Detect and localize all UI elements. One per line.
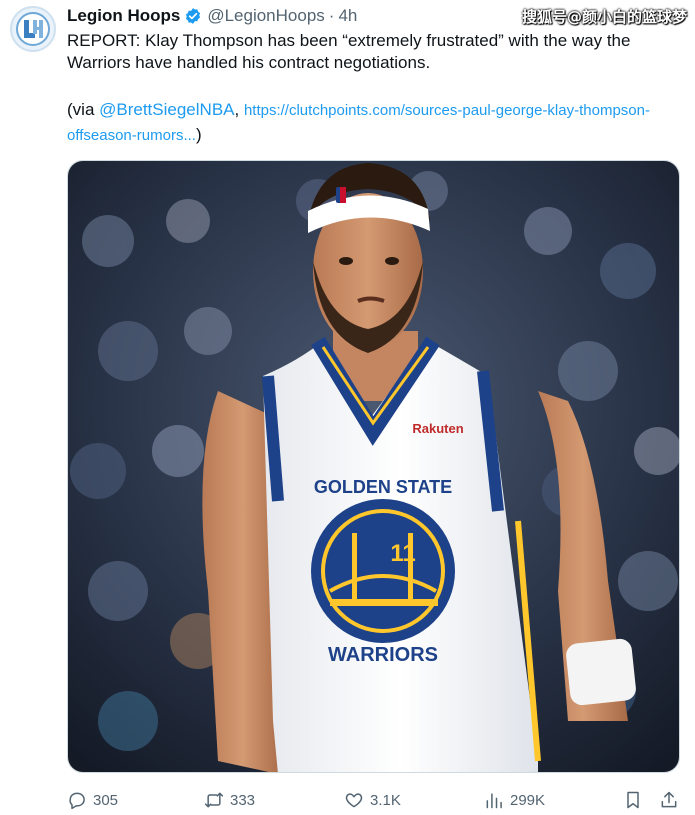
tweet-source-line: (via @BrettSiegelNBA, https://clutchpoin… xyxy=(67,98,682,148)
retweet-icon xyxy=(204,792,224,808)
bookmark-icon xyxy=(627,791,639,809)
reply-button[interactable]: 305 xyxy=(67,786,118,814)
reply-count: 305 xyxy=(93,791,119,809)
header-separator: · xyxy=(328,6,335,25)
author-name[interactable]: Legion Hoops xyxy=(67,6,180,26)
views-count: 299K xyxy=(510,791,546,809)
heart-icon xyxy=(345,793,363,808)
tweet-header: Legion Hoops @LegionHoops · 4h xyxy=(67,5,357,27)
retweet-button[interactable]: 333 xyxy=(204,786,255,814)
bookmark-button[interactable] xyxy=(623,786,643,814)
tweet-timestamp[interactable]: 4h xyxy=(338,6,357,26)
verified-badge-icon xyxy=(186,8,201,24)
share-button[interactable] xyxy=(659,786,679,814)
author-avatar[interactable] xyxy=(10,6,56,52)
like-count: 3.1K xyxy=(370,791,401,809)
player-photo-illustration: GOLDEN STATE WARRIORS 11 Rakuten xyxy=(68,161,679,772)
sponsor-patch-text: Rakuten xyxy=(412,421,463,436)
like-button[interactable]: 3.1K xyxy=(344,786,401,814)
share-icon xyxy=(661,791,677,808)
jersey-bottom-text: WARRIORS xyxy=(328,644,438,666)
reply-icon xyxy=(69,792,85,810)
source-watermark: 搜狐号@颜小白的篮球梦 xyxy=(521,8,687,26)
jersey-top-text: GOLDEN STATE xyxy=(314,477,452,497)
via-prefix: (via xyxy=(67,100,100,119)
retweet-count: 333 xyxy=(230,791,256,809)
tweet-photo[interactable]: GOLDEN STATE WARRIORS 11 Rakuten xyxy=(67,160,680,773)
views-button[interactable]: 299K xyxy=(484,786,545,814)
author-handle[interactable]: @LegionHoops xyxy=(207,6,324,26)
tweet-actions: 305 333 3.1K 299K xyxy=(67,786,682,814)
legion-hoops-logo-icon xyxy=(16,12,50,46)
mention-link[interactable]: @BrettSiegelNBA xyxy=(99,100,234,119)
via-comma: , xyxy=(234,100,244,119)
via-suffix: ) xyxy=(195,125,202,144)
jersey-number-text: 11 xyxy=(390,540,415,567)
views-chart-icon xyxy=(486,793,502,809)
tweet-text: REPORT: Klay Thompson has been “extremel… xyxy=(67,31,631,72)
